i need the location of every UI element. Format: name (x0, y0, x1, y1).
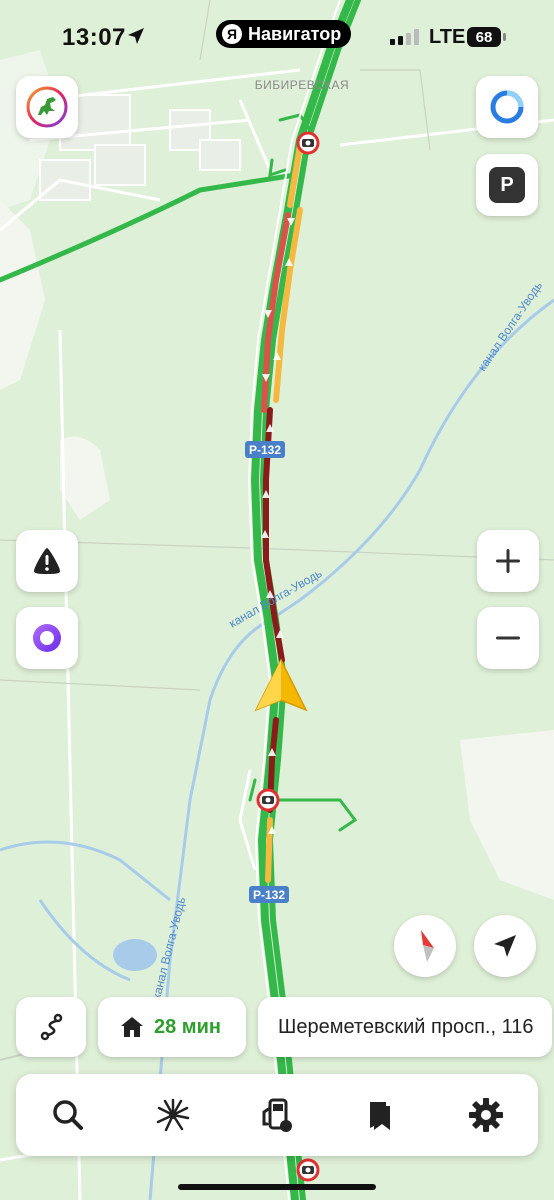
home-indicator[interactable] (178, 1184, 376, 1190)
status-bar: 13:07 Я Навигатор LTE 68 (0, 0, 554, 76)
yandex-logo-icon: Я (222, 24, 242, 44)
location-arrow-icon (128, 28, 144, 44)
minus-icon (496, 636, 520, 640)
tab-search[interactable] (38, 1085, 98, 1145)
battery-icon: 68 (467, 27, 501, 47)
parking-button[interactable]: P (476, 154, 538, 216)
alice-mode-button[interactable] (476, 76, 538, 138)
compass-icon (421, 930, 434, 962)
road-shield: Р-132 (245, 441, 285, 458)
status-time: 13:07 (62, 24, 126, 51)
dinosaur-icon (26, 86, 68, 128)
route-overview-button[interactable] (16, 997, 86, 1057)
location-arrow-icon (494, 935, 516, 957)
tab-bookmarks[interactable] (351, 1085, 411, 1145)
ring-icon (490, 90, 524, 124)
warning-icon (34, 548, 60, 574)
settings-icon (468, 1098, 503, 1132)
road-shield: Р-132 (249, 886, 289, 903)
alice-icon (33, 624, 61, 652)
route-icon (40, 1013, 63, 1041)
zoom-out-button[interactable] (477, 607, 539, 669)
search-icon (53, 1100, 84, 1130)
network-type: LTE (429, 26, 466, 48)
eta-time: 28 мин (154, 1015, 221, 1038)
destination-button[interactable]: Шереметевский просп., 116 (258, 997, 552, 1057)
plus-icon (496, 549, 520, 573)
tab-fuel[interactable] (247, 1085, 307, 1145)
compass-button[interactable] (394, 915, 456, 977)
road-label-r132-top: Р-132 (249, 443, 281, 457)
home-icon (121, 1017, 143, 1037)
bookmarks-icon (370, 1102, 391, 1130)
zoom-in-button[interactable] (477, 530, 539, 592)
bottom-tab-bar (16, 1074, 538, 1156)
road-label-r132-bottom: Р-132 (253, 888, 285, 902)
signal-icon (390, 29, 419, 45)
fuel-icon (262, 1098, 292, 1132)
tab-discovery[interactable] (143, 1085, 203, 1145)
tab-settings[interactable] (456, 1085, 516, 1145)
profile-avatar-button[interactable] (16, 76, 78, 138)
road-event-button[interactable] (16, 530, 78, 592)
my-location-button[interactable] (474, 915, 536, 977)
eta-button[interactable]: 28 мин (98, 997, 246, 1057)
discovery-icon (156, 1098, 189, 1132)
app-name: Навигатор (248, 23, 342, 44)
speed-camera-icon[interactable] (296, 131, 320, 155)
battery-tip (503, 33, 506, 41)
destination-address: Шереметевский просп., 116 (278, 1015, 534, 1038)
speed-camera-icon[interactable] (256, 788, 280, 812)
parking-icon: P (489, 167, 525, 203)
alice-button[interactable] (16, 607, 78, 669)
app-pill[interactable]: Я Навигатор (216, 20, 352, 48)
speed-camera-icon[interactable] (296, 1158, 320, 1182)
place-label: БИБИРЕВСКАЯ (255, 78, 349, 92)
